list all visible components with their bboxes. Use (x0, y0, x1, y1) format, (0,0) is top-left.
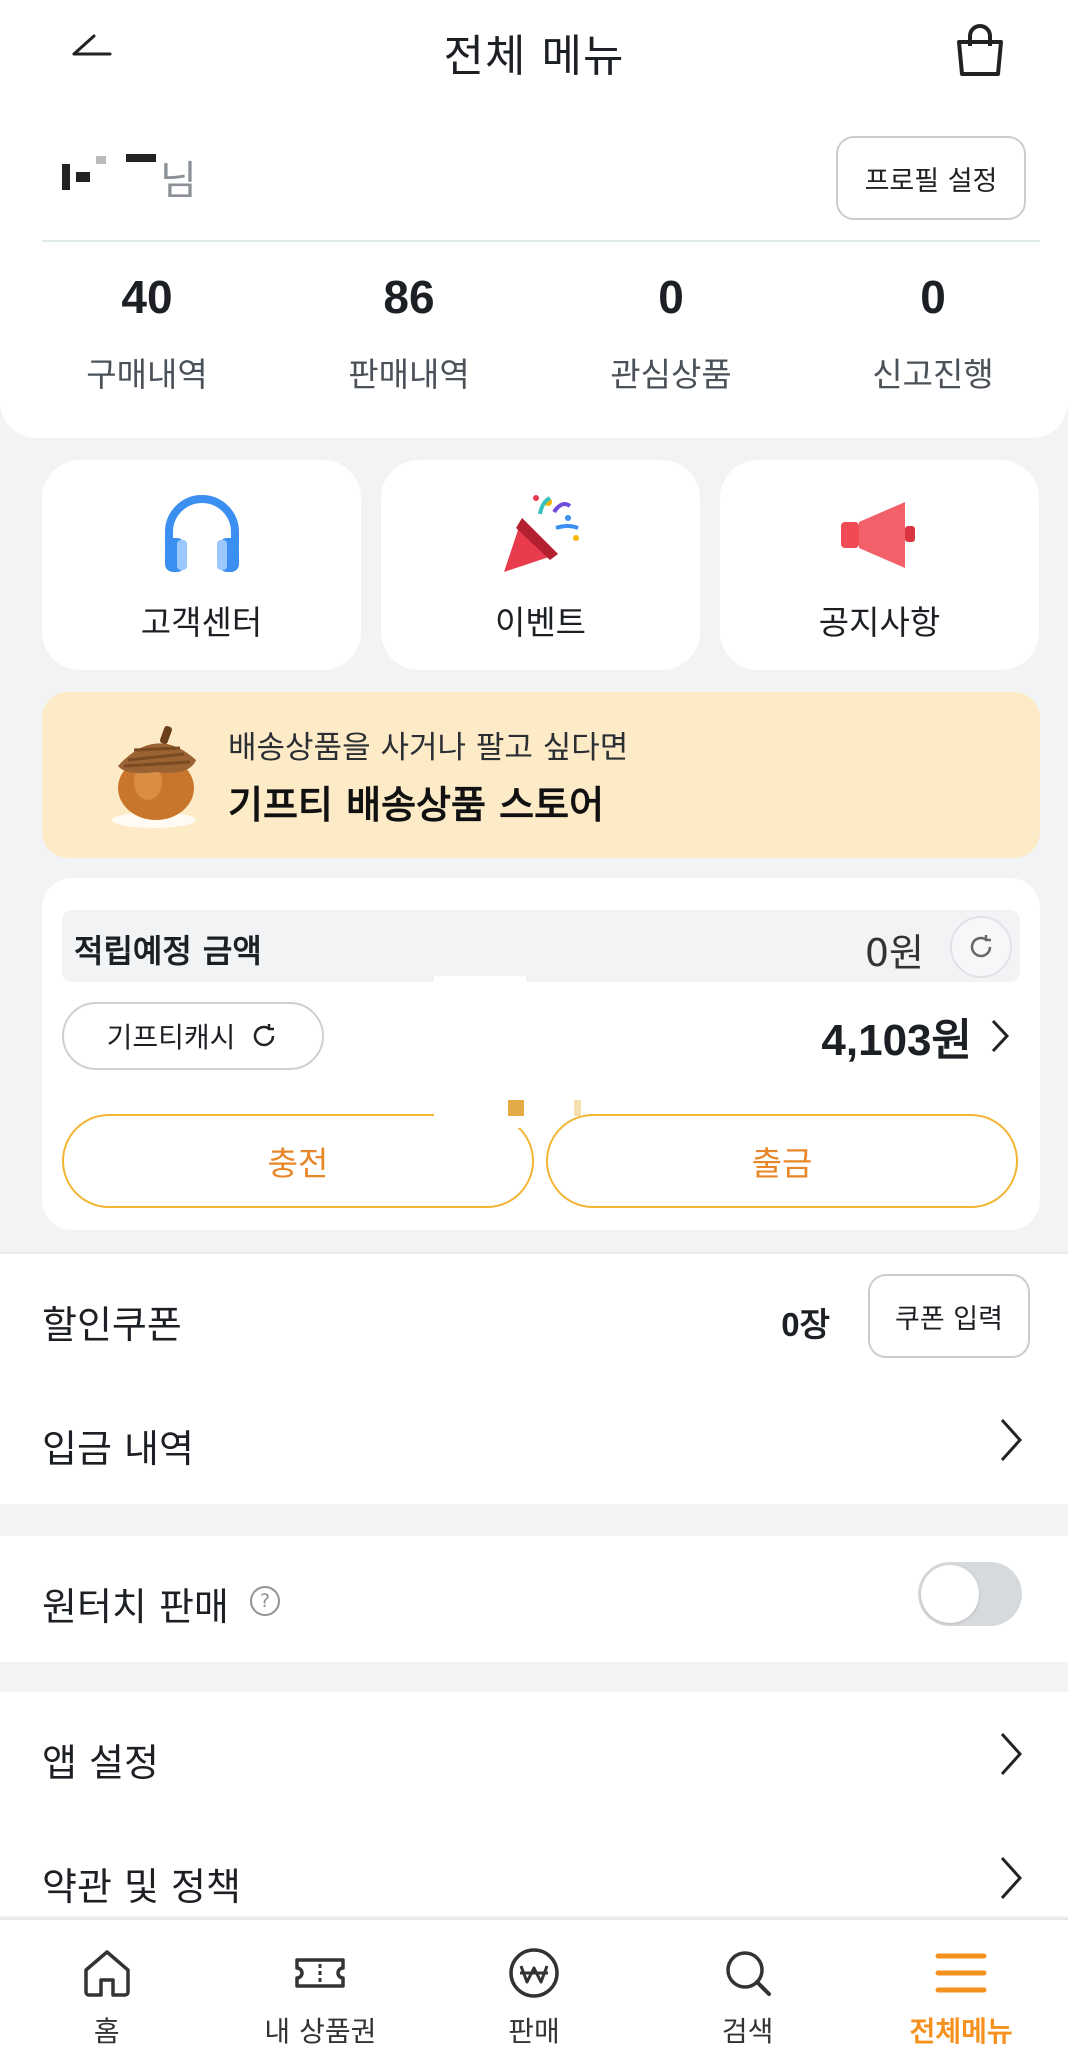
points-card: 적립예정 금액 0원 기프티캐시 4,103원 충전 출금 (42, 878, 1040, 1230)
gifty-cash-label: 기프티캐시 (106, 1021, 236, 1054)
profile-summary-card: 전체 메뉴 님 프로필 설정 40 구매내역 86 판매내역 0 관심상품 0 … (0, 0, 1068, 438)
stat-value: 40 (121, 271, 173, 323)
deposit-history-label: 입금 내역 (42, 1427, 194, 1471)
quick-label: 공지사항 (818, 603, 941, 642)
nav-home[interactable]: 홈 (0, 1920, 214, 2054)
divider (42, 240, 1040, 242)
toggle-knob (921, 1565, 979, 1623)
onetouch-sale-label: 원터치 판매 (42, 1585, 229, 1629)
stat-purchases[interactable]: 40 구매내역 (16, 270, 278, 410)
charge-button[interactable]: 충전 (62, 1114, 534, 1208)
delivery-store-banner[interactable]: 배송상품을 사거나 팔고 싶다면 기프티 배송상품 스토어 (42, 692, 1040, 858)
terms-label: 약관 및 정책 (42, 1865, 241, 1909)
stat-label: 신고진행 (872, 355, 994, 394)
nav-sell[interactable]: 판매 (427, 1920, 641, 2054)
stat-wishlist[interactable]: 0 관심상품 (540, 270, 802, 410)
overlay-mark (434, 976, 526, 984)
deposit-history-row[interactable]: 입금 내역 (0, 1378, 1068, 1502)
nav-label: 내 상품권 (264, 2015, 377, 2048)
expected-points-value: 0원 (864, 931, 924, 975)
quick-menu: 고객센터 이벤트 공지사항 (42, 460, 1040, 670)
bottom-navigation: 홈 내 상품권 판매 검색 전체메뉴 (0, 1918, 1068, 2054)
chevron-right-icon (991, 1019, 1010, 1053)
banner-title: 기프티 배송상품 스토어 (228, 783, 605, 827)
stat-value: 0 (920, 271, 946, 323)
won-coin-icon (509, 1948, 559, 1998)
quick-label: 이벤트 (494, 603, 587, 642)
notice-card[interactable]: 공지사항 (720, 460, 1039, 670)
nav-label: 전체메뉴 (909, 2015, 1013, 2048)
stat-label: 관심상품 (610, 355, 732, 394)
banner-subtitle: 배송상품을 사거나 팔고 싶다면 (228, 730, 629, 766)
gifty-cash-value: 4,103원 (821, 1016, 972, 1065)
user-row: 님 프로필 설정 (42, 136, 1026, 230)
onetouch-toggle[interactable] (918, 1562, 1022, 1626)
home-icon (84, 1950, 130, 1997)
menu-group-onetouch: 원터치 판매 ? (0, 1536, 1068, 1662)
chevron-right-icon (1000, 1732, 1023, 1776)
coupon-label: 할인쿠폰 (42, 1303, 182, 1347)
nav-label: 홈 (93, 2015, 120, 2048)
quick-label: 고객센터 (140, 603, 263, 642)
stat-reports[interactable]: 0 신고진행 (802, 270, 1064, 410)
gifty-cash-balance[interactable]: 4,103원 (821, 1004, 1010, 1068)
refresh-button[interactable] (950, 916, 1012, 978)
app-settings-label: 앱 설정 (42, 1741, 159, 1785)
masked-name (62, 154, 156, 190)
stat-value: 86 (383, 271, 435, 323)
party-popper-icon (503, 495, 579, 572)
stat-label: 판매내역 (348, 355, 470, 394)
ticket-icon (295, 1958, 346, 1988)
withdraw-button[interactable]: 출금 (546, 1114, 1018, 1208)
profile-settings-button[interactable]: 프로필 설정 (836, 136, 1026, 220)
stat-label: 구매내역 (86, 355, 208, 394)
acorn-icon (112, 726, 196, 828)
menu-icon (935, 1953, 987, 1993)
expected-points-label: 적립예정 금액 (74, 932, 262, 970)
cart-button[interactable] (950, 20, 1010, 80)
top-bar: 전체 메뉴 (0, 0, 1068, 110)
shopping-bag-icon (957, 24, 1003, 76)
user-name: 님 (62, 148, 197, 206)
search-icon (725, 1951, 771, 1996)
coupon-row: 할인쿠폰 0장 쿠폰 입력 (0, 1254, 1068, 1378)
coupon-count: 0장 (781, 1306, 830, 1343)
decorative-square (574, 1100, 581, 1116)
coupon-input-button[interactable]: 쿠폰 입력 (868, 1274, 1030, 1358)
menu-group-settings: 앱 설정 약관 및 정책 (0, 1692, 1068, 1916)
decorative-square (508, 1100, 524, 1116)
chevron-right-icon (1000, 1418, 1023, 1462)
stat-sales[interactable]: 86 판매내역 (278, 270, 540, 410)
headphones-icon (164, 495, 239, 572)
megaphone-icon (840, 502, 915, 568)
refresh-icon (970, 935, 992, 958)
nav-search[interactable]: 검색 (641, 1920, 855, 2054)
onetouch-sale-row: 원터치 판매 ? (0, 1536, 1068, 1660)
customer-center-card[interactable]: 고객센터 (42, 460, 361, 670)
chevron-right-icon (1000, 1856, 1023, 1900)
page-title: 전체 메뉴 (443, 31, 625, 82)
nav-label: 판매 (508, 2015, 560, 2048)
stats-row: 40 구매내역 86 판매내역 0 관심상품 0 신고진행 (0, 270, 1068, 410)
expected-points-row: 적립예정 금액 0원 (62, 910, 1020, 982)
event-card[interactable]: 이벤트 (381, 460, 700, 670)
nav-full-menu[interactable]: 전체메뉴 (854, 1920, 1068, 2054)
help-icon[interactable]: ? (250, 1586, 280, 1616)
app-settings-row[interactable]: 앱 설정 (0, 1692, 1068, 1816)
refresh-icon (254, 1024, 275, 1047)
nav-label: 검색 (721, 2015, 774, 2048)
nav-my-vouchers[interactable]: 내 상품권 (214, 1920, 428, 2054)
stat-value: 0 (658, 271, 684, 323)
name-suffix: 님 (160, 158, 197, 204)
menu-group-coupon: 할인쿠폰 0장 쿠폰 입력 입금 내역 (0, 1252, 1068, 1504)
gifty-cash-button[interactable]: 기프티캐시 (62, 1002, 324, 1070)
